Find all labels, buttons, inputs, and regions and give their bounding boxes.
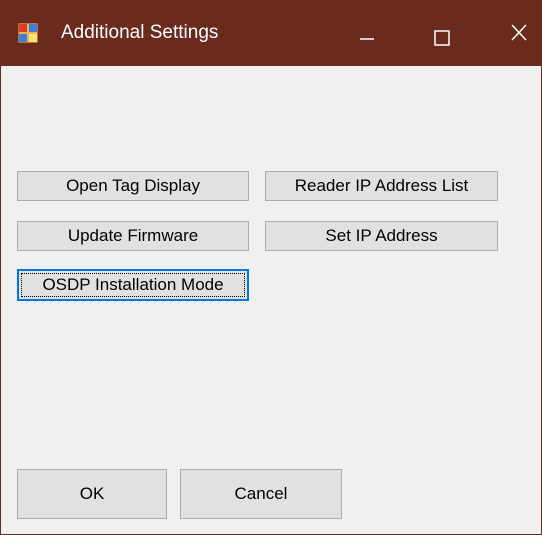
reader-ip-address-list-button[interactable]: Reader IP Address List — [265, 171, 498, 201]
osdp-installation-mode-button[interactable]: OSDP Installation Mode — [17, 269, 249, 301]
update-firmware-button[interactable]: Update Firmware — [17, 221, 249, 251]
close-button[interactable] — [479, 1, 541, 66]
window-title: Additional Settings — [61, 22, 219, 43]
osdp-installation-mode-label: OSDP Installation Mode — [42, 275, 224, 294]
open-tag-display-button[interactable]: Open Tag Display — [17, 171, 249, 201]
additional-settings-window: Additional Settings Open Tag Display Rea… — [0, 0, 542, 535]
set-ip-address-button[interactable]: Set IP Address — [265, 221, 498, 251]
maximize-button[interactable] — [411, 1, 473, 66]
dialog-body: Open Tag Display Reader IP Address List … — [1, 66, 541, 534]
title-bar[interactable]: Additional Settings — [1, 1, 541, 66]
app-icon — [17, 22, 39, 44]
minimize-button[interactable] — [336, 1, 398, 66]
ok-button[interactable]: OK — [17, 469, 167, 519]
cancel-button[interactable]: Cancel — [180, 469, 342, 519]
